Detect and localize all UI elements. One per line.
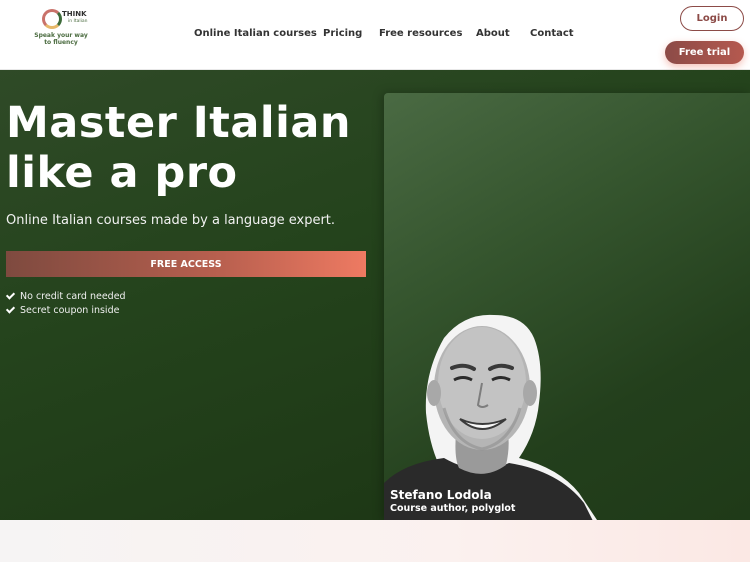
logo-tagline: Speak your way to fluency (34, 32, 88, 46)
hero-subtitle: Online Italian courses made by a languag… (6, 213, 336, 228)
logo-mark-icon (42, 9, 62, 29)
author-portrait (384, 314, 597, 520)
nav-link-about[interactable]: About (476, 28, 510, 39)
nav-link-free-resources[interactable]: Free resources (379, 28, 462, 39)
nav-link-pricing[interactable]: Pricing (323, 28, 362, 39)
free-trial-button[interactable]: Free trial (665, 41, 744, 64)
check-icon (6, 291, 16, 301)
hero-title-line1: Master Italian (6, 98, 351, 148)
site-header: THINK in Italian Speak your way to fluen… (0, 0, 750, 70)
check-icon (6, 305, 16, 315)
benefit-label: No credit card needed (20, 290, 126, 302)
nav-link-contact[interactable]: Contact (530, 28, 574, 39)
benefit-label: Secret coupon inside (20, 304, 120, 316)
author-card: Stefano Lodola Course author, polyglot (384, 93, 750, 520)
logo-brand: THINK (62, 10, 87, 18)
benefit-item: No credit card needed (6, 289, 126, 303)
author-role: Course author, polyglot (390, 503, 516, 514)
hero-section: Master Italian like a pro Online Italian… (0, 70, 750, 520)
next-section-preview (0, 520, 750, 562)
hero-title-line2: like a pro (6, 148, 238, 198)
logo-brand-sub: in Italian (68, 19, 88, 24)
benefit-list: No credit card needed Secret coupon insi… (6, 289, 126, 317)
login-button[interactable]: Login (680, 6, 744, 31)
free-access-button[interactable]: FREE ACCESS (6, 251, 366, 277)
nav-link-online-courses[interactable]: Online Italian courses (194, 28, 317, 39)
benefit-item: Secret coupon inside (6, 303, 126, 317)
author-name: Stefano Lodola (390, 488, 492, 502)
logo[interactable]: THINK in Italian Speak your way to fluen… (30, 6, 90, 46)
hero-title: Master Italian like a pro (6, 98, 376, 198)
